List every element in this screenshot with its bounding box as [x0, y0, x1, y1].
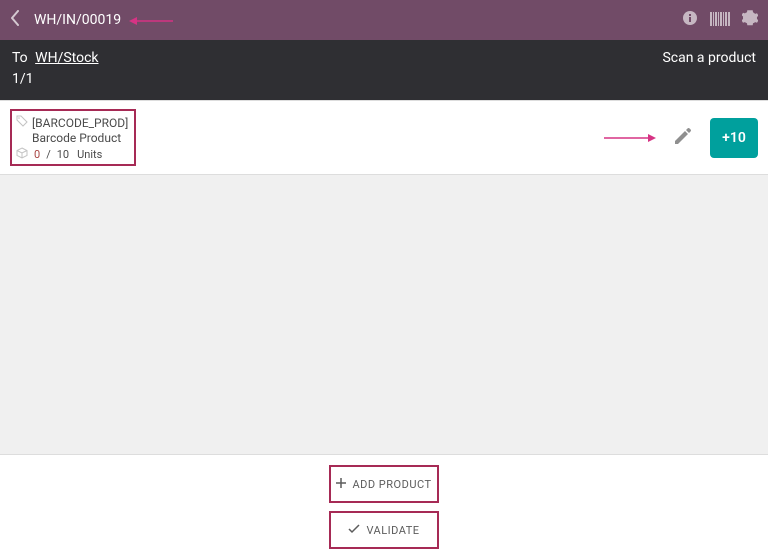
page-counter: 1/1 [12, 69, 99, 90]
qty-separator: / [46, 148, 51, 161]
annotation-arrow-title [129, 11, 173, 30]
cube-icon [16, 147, 28, 162]
content-area: [BARCODE_PROD] Barcode Product 0 / 10 Un… [0, 100, 768, 454]
topbar-actions [682, 10, 758, 30]
footer: ADD PRODUCT VALIDATE [0, 454, 768, 557]
topbar: WH/IN/00019 [0, 0, 768, 40]
qty-expected: 10 [57, 148, 69, 161]
back-icon[interactable] [10, 10, 20, 30]
annotation-arrow-edit [604, 128, 656, 147]
product-name: Barcode Product [32, 131, 128, 145]
product-sku: [BARCODE_PROD] [32, 116, 128, 130]
subheader: To WH/Stock 1/1 Scan a product [0, 40, 768, 100]
edit-button[interactable] [672, 125, 694, 151]
validate-label: VALIDATE [366, 524, 419, 537]
page-title[interactable]: WH/IN/00019 [34, 12, 121, 28]
qty-done: 0 [34, 148, 40, 161]
qty-uom: Units [77, 148, 102, 161]
info-icon[interactable] [682, 10, 698, 30]
product-info-box: [BARCODE_PROD] Barcode Product 0 / 10 Un… [10, 109, 136, 166]
add-product-label: ADD PRODUCT [352, 478, 431, 491]
increment-button[interactable]: +10 [710, 118, 758, 158]
product-row[interactable]: [BARCODE_PROD] Barcode Product 0 / 10 Un… [0, 101, 768, 175]
plus-icon [336, 477, 346, 491]
check-icon [348, 523, 360, 537]
scroll-area[interactable]: [BARCODE_PROD] Barcode Product 0 / 10 Un… [0, 101, 768, 454]
add-product-button[interactable]: ADD PRODUCT [329, 465, 439, 503]
to-label: To [12, 50, 28, 66]
tag-icon [16, 115, 28, 130]
destination-link[interactable]: WH/Stock [35, 50, 98, 66]
validate-button[interactable]: VALIDATE [329, 511, 439, 549]
gear-icon[interactable] [742, 10, 758, 30]
scan-prompt: Scan a product [662, 48, 756, 66]
barcode-icon[interactable] [710, 11, 730, 30]
increment-label: +10 [722, 130, 746, 146]
